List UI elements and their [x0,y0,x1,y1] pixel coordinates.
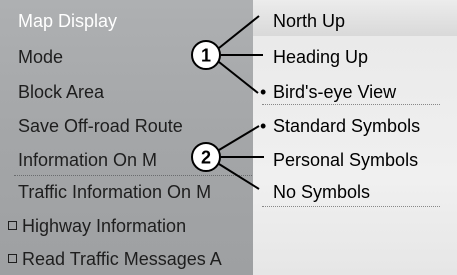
option-label: Personal Symbols [273,150,419,170]
submenu-divider [262,104,440,105]
active-bullet-icon: • [260,116,267,136]
menu-item-label: Save Off-road Route [18,116,183,136]
menu-item-save-off-road-route[interactable]: Save Off-road Route [18,111,183,141]
menu-item-read-traffic-messages[interactable]: Read Traffic Messages A [8,244,222,274]
checkbox-icon[interactable] [8,221,17,230]
menu-item-label: Information On M [18,150,158,170]
option-no-symbols[interactable]: No Symbols [273,177,370,207]
menu-item-label: Map Display [18,11,118,31]
option-heading-up[interactable]: Heading Up [273,42,368,72]
menu-item-label: Highway Information [22,216,187,236]
menu-item-mode[interactable]: Mode [18,42,63,72]
menu-item-label: Read Traffic Messages A [22,249,222,269]
main-menu-panel: Map Display Mode Block Area Save Off-roa… [0,0,253,275]
option-label: North Up [273,11,346,31]
checkbox-icon[interactable] [8,254,17,263]
option-north-up[interactable]: North Up [273,6,345,36]
menu-item-information-on-map[interactable]: Information On M [18,145,157,175]
option-label: Bird's-eye View [273,82,397,102]
option-standard-symbols[interactable]: • Standard Symbols [260,111,421,141]
option-label: Standard Symbols [273,116,421,136]
menu-item-map-display[interactable]: Map Display [18,6,117,36]
menu-item-label: Traffic Information On M [18,182,212,202]
menu-item-highway-information[interactable]: Highway Information [8,211,186,241]
active-bullet-icon: • [260,82,267,102]
submenu-divider [262,206,440,207]
menu-item-label: Mode [18,47,64,67]
option-birds-eye-view[interactable]: • Bird's-eye View [260,77,397,107]
menu-item-block-area[interactable]: Block Area [18,77,104,107]
option-personal-symbols[interactable]: Personal Symbols [273,145,418,175]
option-label: No Symbols [273,182,371,202]
menu-divider [14,175,253,176]
option-label: Heading Up [273,47,369,67]
menu-item-label: Block Area [18,82,105,102]
menu-item-traffic-information-on-map[interactable]: Traffic Information On M [18,177,211,207]
